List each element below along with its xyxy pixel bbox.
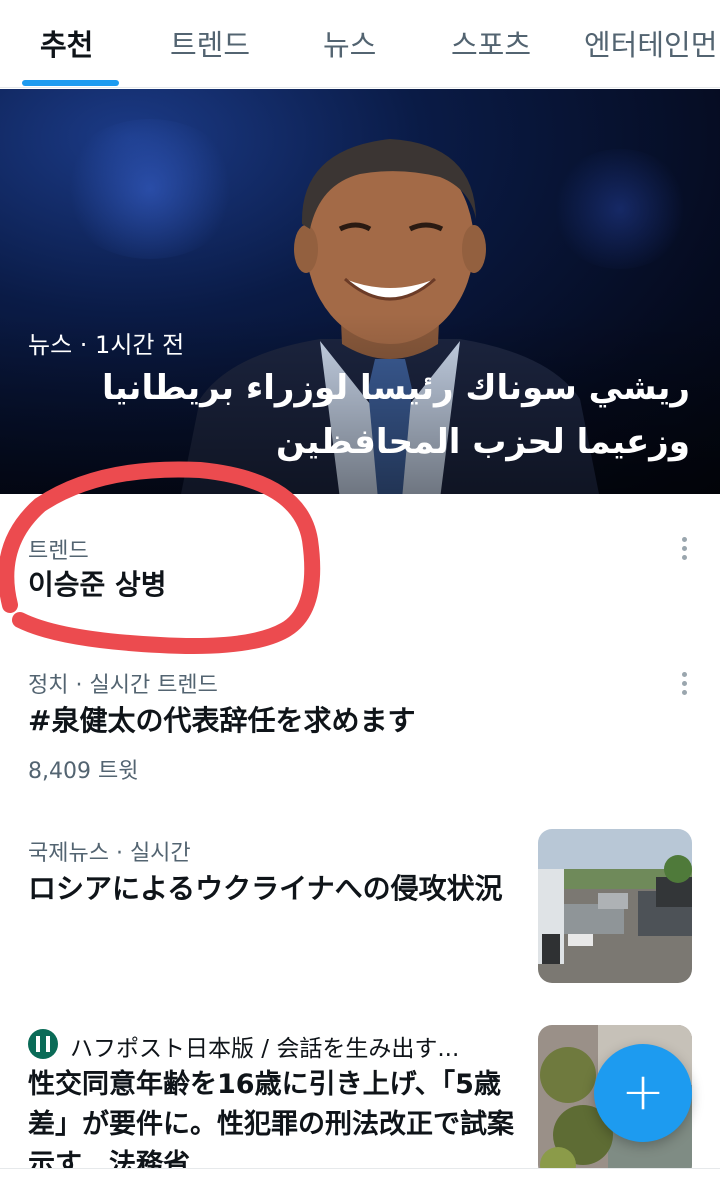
trend-item[interactable]: 트렌드 이승준 상병 xyxy=(0,495,720,635)
news-category: 국제뉴스 · 실시간 xyxy=(28,841,191,866)
news-item[interactable]: 국제뉴스 · 실시간 ロシアによるウクライナへの侵攻状況 xyxy=(0,805,720,1005)
more-vertical-icon[interactable] xyxy=(682,537,690,564)
news-source: ハフポスト日本版 / 会話を生み出す... xyxy=(70,1036,460,1062)
trend-item[interactable]: 정치 · 실시간 트렌드 #泉健太の代表辞任を求めます 8,409 트윗 xyxy=(0,635,720,805)
trend-title: 이승준 상병 xyxy=(28,568,167,601)
tab-trends[interactable]: 트렌드 xyxy=(170,22,250,64)
active-tab-indicator xyxy=(22,80,119,86)
news-thumbnail[interactable] xyxy=(538,829,692,983)
trend-category: 정치 · 실시간 트렌드 xyxy=(28,673,218,698)
news-headline: 性交同意年齢を16歳に引き上げ、「5歳差」が要件に。性犯罪の刑法改正で試案示す … xyxy=(28,1069,514,1180)
hero-news-card[interactable]: 뉴스 · 1시간 전 ريشي سوناك رئيسا لوزراء بريطا… xyxy=(0,89,720,494)
compose-button[interactable]: + xyxy=(594,1044,692,1142)
top-tabs: 추천 트렌드 뉴스 스포츠 엔터테인먼 xyxy=(0,0,720,88)
huffpost-logo-icon xyxy=(28,1029,58,1059)
crash-scene-photo xyxy=(538,829,692,983)
tab-sports[interactable]: 스포츠 xyxy=(451,22,531,64)
tab-recommended[interactable]: 추천 xyxy=(40,22,93,64)
plus-icon: + xyxy=(621,1062,665,1122)
trend-category: 트렌드 xyxy=(28,539,89,564)
news-headline: ロシアによるウクライナへの侵攻状況 xyxy=(28,872,503,905)
hero-headline[interactable]: ريشي سوناك رئيسا لوزراء بريطانيا وزعيما … xyxy=(90,361,690,469)
bottom-bar xyxy=(0,1169,720,1200)
tab-news[interactable]: 뉴스 xyxy=(323,22,376,64)
tab-entertainment[interactable]: 엔터테인먼 xyxy=(584,22,717,64)
trend-title: #泉健太の代表辞任を求めます xyxy=(28,704,416,737)
more-vertical-icon[interactable] xyxy=(682,672,690,699)
tweet-count: 8,409 트윗 xyxy=(28,759,139,784)
hero-meta: 뉴스 · 1시간 전 xyxy=(28,331,185,359)
